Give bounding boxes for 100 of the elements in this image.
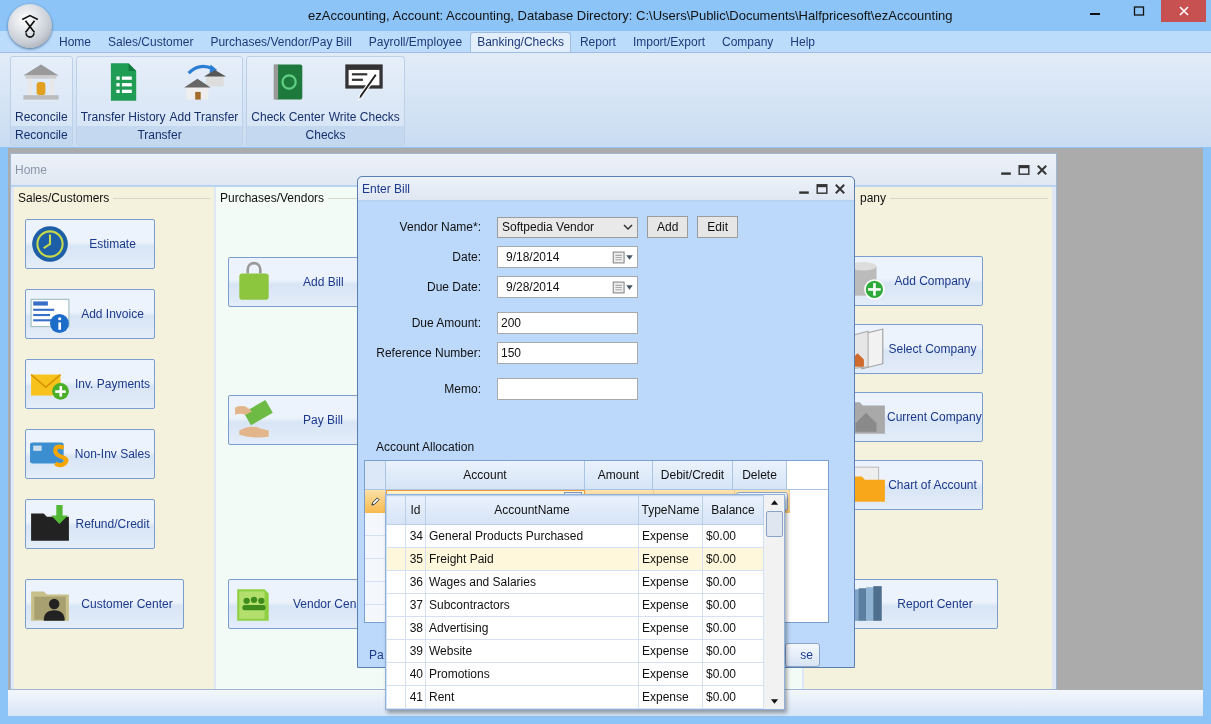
chevron-down-icon[interactable] (623, 222, 633, 232)
shortcut-button[interactable]: Refund/Credit (25, 499, 155, 549)
menu-tab[interactable]: Home (50, 32, 99, 52)
table-cell: $0.00 (702, 662, 764, 686)
ribbon-button[interactable]: Add Transfer (167, 57, 241, 126)
column-header[interactable]: Balance (702, 495, 764, 525)
shortcut-button[interactable]: Add Invoice (25, 289, 155, 339)
row-header (386, 616, 406, 640)
column-header[interactable]: Amount (585, 461, 653, 489)
table-cell: Expense (638, 593, 703, 617)
vendor-dropdown[interactable]: Softpedia Vendor (497, 216, 638, 238)
table-cell: Expense (638, 662, 703, 686)
section-title: Sales/Customers (18, 191, 110, 205)
ribbon-button[interactable]: Transfer History (78, 57, 168, 126)
menu-tab[interactable]: Company (712, 32, 782, 52)
column-header[interactable]: TypeName (638, 495, 703, 525)
table-cell: Rent (425, 685, 639, 709)
field-label: Reference Number: (375, 346, 481, 360)
table-cell: Expense (638, 570, 703, 594)
maximize-button[interactable] (816, 182, 828, 195)
dialog-button[interactable]: se (785, 643, 820, 667)
account-row[interactable]: 37 Subcontractors Expense $0.00 (386, 593, 764, 617)
menu-tab[interactable]: Sales/Customer (99, 32, 202, 52)
account-row[interactable]: 40 Promotions Expense $0.00 (386, 662, 764, 686)
field-label: Vendor Name*: (398, 220, 481, 234)
column-header[interactable]: Account (386, 461, 585, 489)
table-cell: Expense (638, 639, 703, 663)
table-cell: 38 (405, 616, 426, 640)
app-logo-icon[interactable] (8, 4, 52, 48)
ribbon-button[interactable]: Check Center (249, 57, 327, 126)
table-cell: 40 (405, 662, 426, 686)
shortcut-button[interactable]: Inv. Payments (25, 359, 155, 409)
table-cell: 34 (405, 524, 426, 548)
form-button[interactable]: Edit (697, 216, 739, 238)
scrollbar[interactable] (764, 495, 784, 709)
account-row[interactable]: 34 General Products Purchased Expense $0.00 (386, 524, 764, 548)
table-cell: $0.00 (702, 524, 764, 548)
table-cell: $0.00 (702, 616, 764, 640)
row-header (386, 593, 406, 617)
column-header[interactable]: Id (405, 495, 426, 525)
account-row[interactable]: 36 Wages and Salaries Expense $0.00 (386, 570, 764, 594)
account-row[interactable]: 39 Website Expense $0.00 (386, 639, 764, 663)
calendar-icon[interactable] (612, 280, 634, 294)
row-header (386, 639, 406, 663)
scroll-thumb[interactable] (765, 511, 783, 537)
table-cell: 37 (405, 593, 426, 617)
table-cell: $0.00 (702, 570, 764, 594)
table-cell: 39 (405, 639, 426, 663)
column-header[interactable]: Delete (733, 461, 787, 489)
menu-tab[interactable]: Help (781, 32, 823, 52)
table-cell: Website (425, 639, 639, 663)
group-label: Checks (247, 126, 404, 145)
menu-tab[interactable]: Payroll/Employee (359, 32, 471, 52)
pencil-icon (370, 497, 380, 506)
scroll-up-icon[interactable] (769, 499, 779, 505)
table-cell: $0.00 (702, 593, 764, 617)
shortcut-button[interactable]: Estimate (25, 219, 155, 269)
date-field[interactable]: 9/18/2014 (497, 246, 638, 268)
section-title: pany (860, 191, 887, 205)
shortcut-button[interactable]: Non-Inv Sales (25, 429, 155, 479)
shortcut-button[interactable]: Customer Center (25, 579, 184, 629)
row-header (386, 570, 406, 594)
field-label: Due Amount: (410, 316, 481, 330)
ribbon-button[interactable]: Reconcile (13, 57, 70, 126)
close-icon (1177, 5, 1190, 17)
row-header (386, 662, 406, 686)
table-cell: Expense (638, 685, 703, 709)
ribbon-button[interactable]: Write Checks (326, 57, 402, 126)
calendar-icon[interactable] (612, 250, 634, 264)
table-cell: $0.00 (702, 639, 764, 663)
close-button[interactable] (834, 182, 846, 195)
clock-icon (29, 223, 71, 265)
maximize-icon[interactable] (1133, 5, 1145, 17)
group-label: Transfer (76, 126, 243, 145)
account-row[interactable]: 35 Freight Paid Expense $0.00 (386, 547, 764, 571)
row-header[interactable] (365, 490, 386, 513)
table-cell: $0.00 (702, 685, 764, 709)
menu-tab[interactable]: Purchases/Vendor/Pay Bill (201, 32, 360, 52)
menu-tab[interactable]: Report (570, 32, 624, 52)
maximize-button[interactable] (1018, 163, 1030, 176)
table-cell: Promotions (425, 662, 639, 686)
dialog-title: Enter Bill (362, 181, 411, 196)
input-field[interactable]: 150 (497, 342, 638, 364)
window-title: ezAccounting, Account: Accounting, Database Directory: C:\Users\Public\Documents\Halfpricesoft\ezAccounting (308, 8, 953, 23)
menu-tab[interactable]: Import/Export (623, 32, 713, 52)
close-button[interactable] (1036, 163, 1048, 176)
menu-tab[interactable]: Banking/Checks (470, 32, 571, 52)
column-header[interactable]: AccountName (425, 495, 639, 525)
account-row[interactable]: 38 Advertising Expense $0.00 (386, 616, 764, 640)
table-cell: General Products Purchased (425, 524, 639, 548)
input-field[interactable] (497, 378, 638, 400)
input-field[interactable]: 200 (497, 312, 638, 334)
account-row[interactable]: 41 Rent Expense $0.00 (386, 685, 764, 709)
date-field[interactable]: 9/28/2014 (497, 276, 638, 298)
scroll-down-icon[interactable] (769, 699, 779, 705)
table-cell: Expense (638, 524, 703, 548)
table-cell: 36 (405, 570, 426, 594)
table-cell: Advertising (425, 616, 639, 640)
form-button[interactable]: Add (647, 216, 689, 238)
column-header[interactable]: Debit/Credit (653, 461, 733, 489)
